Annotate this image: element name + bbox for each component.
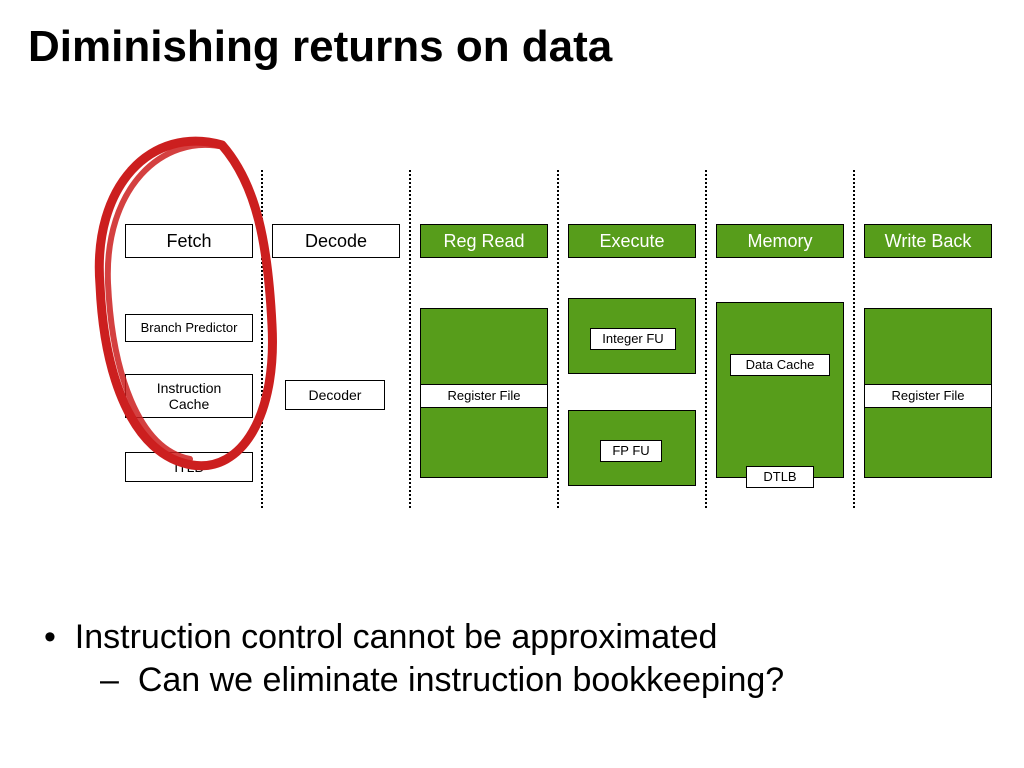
decoder-box: Decoder (285, 380, 385, 410)
stage-divider (853, 170, 855, 508)
stage-regread: Reg Read (420, 224, 548, 258)
fp-fu-box: FP FU (600, 440, 662, 462)
bullet-2: – Can we eliminate instruction bookkeepi… (100, 661, 784, 700)
stage-divider (557, 170, 559, 508)
stage-decode: Decode (272, 224, 400, 258)
bullet-1-text: Instruction control cannot be approximat… (75, 618, 718, 656)
pipeline-diagram: Fetch Decode Reg Read Execute Memory Wri… (0, 170, 1024, 530)
stage-divider (409, 170, 411, 508)
integer-fu-box: Integer FU (590, 328, 676, 350)
register-file-left-box: Register File (420, 384, 548, 408)
memory-block (716, 302, 844, 478)
bullet-2-text: Can we eliminate instruction bookkeeping… (138, 661, 784, 699)
slide-title: Diminishing returns on data (28, 22, 612, 72)
branch-predictor-box: Branch Predictor (125, 314, 253, 342)
stage-fetch: Fetch (125, 224, 253, 258)
register-file-right-box: Register File (864, 384, 992, 408)
instruction-cache-box: Instruction Cache (125, 374, 253, 418)
itlb-box: ITLB (125, 452, 253, 482)
stage-divider (261, 170, 263, 508)
stage-divider (705, 170, 707, 508)
stage-memory: Memory (716, 224, 844, 258)
stage-writeback: Write Back (864, 224, 992, 258)
data-cache-box: Data Cache (730, 354, 830, 376)
bullet-1: • Instruction control cannot be approxim… (44, 618, 784, 657)
bullet-list: • Instruction control cannot be approxim… (44, 618, 784, 700)
stage-execute: Execute (568, 224, 696, 258)
dtlb-box: DTLB (746, 466, 814, 488)
